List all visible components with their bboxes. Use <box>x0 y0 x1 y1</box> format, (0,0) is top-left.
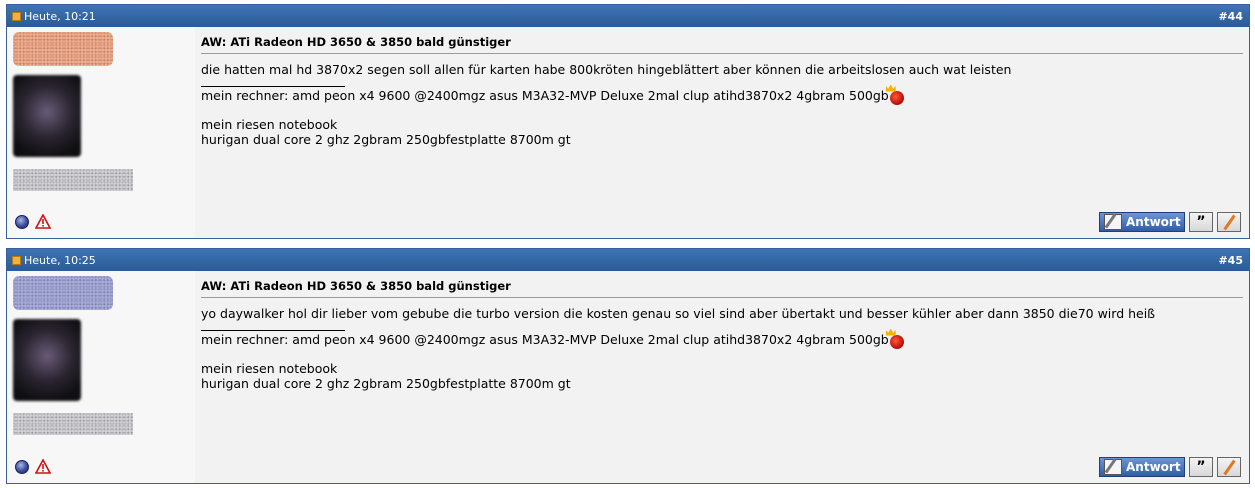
post-action-buttons: Antwort ” <box>1099 212 1241 232</box>
reply-button[interactable]: Antwort <box>1099 457 1185 477</box>
post-date-text: Heute, 10:21 <box>24 10 96 23</box>
avatar <box>13 319 81 401</box>
signature-line-2: mein riesen notebook <box>201 361 338 376</box>
report-warning-icon[interactable] <box>35 214 51 229</box>
edit-button[interactable] <box>1217 457 1241 477</box>
report-warning-icon[interactable] <box>35 459 51 474</box>
status-icons <box>15 214 51 229</box>
post-date: Heute, 10:21 <box>12 10 96 23</box>
post-header: Heute, 10:25 #45 <box>7 249 1249 271</box>
signature-line-2: mein riesen notebook <box>201 117 338 132</box>
smiley-icon <box>889 90 904 105</box>
signature-line-3: hurigan dual core 2 ghz 2gbram 250gbfest… <box>201 376 571 391</box>
quote-icon: ” <box>1196 214 1206 230</box>
post-number-link[interactable]: #44 <box>1218 10 1243 23</box>
post-45: Heute, 10:25 #45 AW: ATi Radeon HD 3650 … <box>6 248 1250 484</box>
user-details-blurred <box>13 169 133 191</box>
reply-button[interactable]: Antwort <box>1099 212 1185 232</box>
post-content: AW: ATi Radeon HD 3650 & 3850 bald günst… <box>201 27 1243 238</box>
username-blurred[interactable] <box>13 276 113 310</box>
status-icons <box>15 459 51 474</box>
user-info-panel <box>7 27 195 238</box>
post-content: AW: ATi Radeon HD 3650 & 3850 bald günst… <box>201 271 1243 483</box>
reply-button-label: Antwort <box>1126 460 1181 474</box>
reply-pen-icon <box>1104 214 1122 230</box>
username-blurred[interactable] <box>13 32 113 66</box>
online-status-icon <box>15 214 29 229</box>
smiley-icon <box>889 334 904 349</box>
post-message: yo daywalker hol dir lieber vom gebube d… <box>201 306 1156 321</box>
quote-button[interactable]: ” <box>1189 457 1213 477</box>
quote-button[interactable]: ” <box>1189 212 1213 232</box>
signature-separator <box>201 86 345 87</box>
document-icon <box>12 256 21 265</box>
post-action-buttons: Antwort ” <box>1099 457 1241 477</box>
post-date-text: Heute, 10:25 <box>24 254 96 267</box>
edit-button[interactable] <box>1217 212 1241 232</box>
signature: mein rechner: amd peon x4 9600 @2400mgz … <box>201 86 904 147</box>
signature-line-1: mein rechner: amd peon x4 9600 @2400mgz … <box>201 88 889 103</box>
post-number-link[interactable]: #45 <box>1218 254 1243 267</box>
signature-separator <box>201 330 345 331</box>
signature-line-1: mein rechner: amd peon x4 9600 @2400mgz … <box>201 332 889 347</box>
post-title: AW: ATi Radeon HD 3650 & 3850 bald günst… <box>201 35 1243 54</box>
post-header: Heute, 10:21 #44 <box>7 5 1249 27</box>
signature-line-3: hurigan dual core 2 ghz 2gbram 250gbfest… <box>201 132 571 147</box>
post-44: Heute, 10:21 #44 AW: ATi Radeon HD 3650 … <box>6 4 1250 239</box>
reply-button-label: Antwort <box>1126 215 1181 229</box>
document-icon <box>12 12 21 21</box>
user-details-blurred <box>13 413 133 435</box>
online-status-icon <box>15 459 29 474</box>
post-message: die hatten mal hd 3870x2 segen soll alle… <box>201 62 1012 77</box>
signature: mein rechner: amd peon x4 9600 @2400mgz … <box>201 330 904 391</box>
avatar <box>13 75 81 157</box>
quote-icon: ” <box>1196 459 1206 475</box>
post-date: Heute, 10:25 <box>12 254 96 267</box>
reply-pen-icon <box>1104 459 1122 475</box>
post-title: AW: ATi Radeon HD 3650 & 3850 bald günst… <box>201 279 1243 298</box>
user-info-panel <box>7 271 195 483</box>
